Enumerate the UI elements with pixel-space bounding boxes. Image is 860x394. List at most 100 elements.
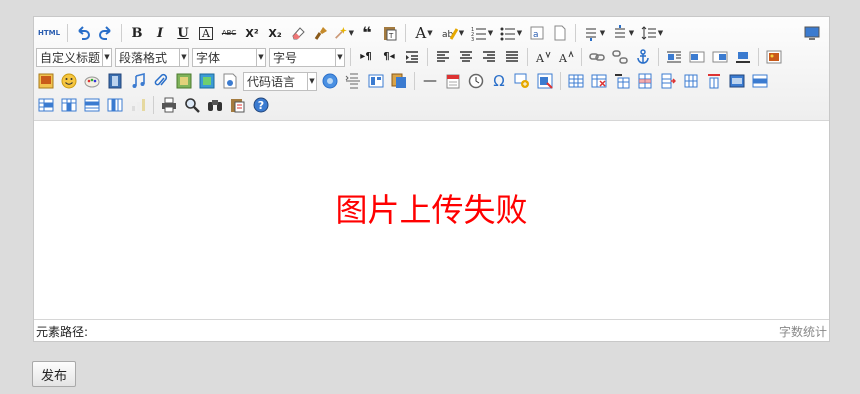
horizontal-rule-button[interactable]: — xyxy=(420,71,440,91)
preview-button[interactable] xyxy=(182,95,202,115)
anchor-button[interactable] xyxy=(633,47,653,67)
italic-button[interactable]: I xyxy=(150,23,170,43)
highlight-icon: ab xyxy=(442,28,458,40)
highlight-button[interactable]: ab ▼ xyxy=(440,23,466,43)
time-button[interactable] xyxy=(466,71,486,91)
help-button[interactable]: ? xyxy=(251,95,271,115)
dropdown-arrow-icon: ▼ xyxy=(427,28,433,37)
unlink-button[interactable] xyxy=(610,47,630,67)
direction-rtl-button[interactable]: ¶◂ xyxy=(379,47,399,67)
insert-frame-button[interactable] xyxy=(220,71,240,91)
search-replace-button[interactable] xyxy=(205,95,225,115)
custom-title-select[interactable]: 自定义标题 ▼ xyxy=(36,47,112,67)
delete-table-button[interactable] xyxy=(589,71,609,91)
delete-row-button[interactable] xyxy=(658,71,678,91)
music-button[interactable] xyxy=(128,71,148,91)
redo-button[interactable] xyxy=(96,23,116,43)
scrawl-button[interactable] xyxy=(82,71,102,91)
tolowercase-button[interactable]: A xyxy=(556,47,576,67)
indent-button[interactable] xyxy=(402,47,422,67)
image-right-button[interactable] xyxy=(710,47,730,67)
select-all-button[interactable]: a xyxy=(527,23,547,43)
gmap-button[interactable] xyxy=(197,71,217,91)
background-button[interactable] xyxy=(389,71,409,91)
eraser-button[interactable] xyxy=(288,23,308,43)
line-height-button[interactable]: ▼ xyxy=(639,23,665,43)
image-center-icon xyxy=(736,52,750,63)
font-size-select[interactable]: 字号 ▼ xyxy=(269,47,345,67)
date-button[interactable] xyxy=(443,71,463,91)
forecolor-button[interactable]: A ▼ xyxy=(411,23,437,43)
font-border-button[interactable]: A xyxy=(196,23,216,43)
insert-table-button[interactable] xyxy=(566,71,586,91)
emotion-button[interactable] xyxy=(59,71,79,91)
paragraph-format-select[interactable]: 段落格式 ▼ xyxy=(115,47,189,67)
justify-right-button[interactable] xyxy=(479,47,499,67)
superscript-button[interactable]: X² xyxy=(242,23,262,43)
chevron-down-icon: ▼ xyxy=(179,48,188,66)
scrawl-icon xyxy=(84,76,100,88)
insert-video-button[interactable] xyxy=(105,71,125,91)
forecolor-glyph: A xyxy=(415,23,427,42)
line-height-icon xyxy=(641,26,656,40)
ordered-list-button[interactable]: 123 ▼ xyxy=(469,23,495,43)
fullscreen-button[interactable] xyxy=(802,23,822,43)
underline-button[interactable]: U xyxy=(173,23,193,43)
webapp-button[interactable] xyxy=(320,71,340,91)
link-button[interactable] xyxy=(587,47,607,67)
split-cells-button[interactable] xyxy=(750,71,770,91)
image-right-icon xyxy=(712,51,728,63)
publish-button[interactable]: 发布 xyxy=(32,361,76,387)
undo-button[interactable] xyxy=(73,23,93,43)
image-none-button[interactable] xyxy=(664,47,684,67)
word-image-button[interactable] xyxy=(535,71,555,91)
paste-plain-icon: T xyxy=(384,27,397,41)
blockquote-button[interactable]: ❝ xyxy=(357,23,377,43)
attachment-button[interactable] xyxy=(151,71,171,91)
direction-ltr-button[interactable]: ▸¶ xyxy=(356,47,376,67)
map-button[interactable] xyxy=(174,71,194,91)
insert-image-button[interactable] xyxy=(764,47,784,67)
bold-button[interactable]: B xyxy=(127,23,147,43)
subscript-button[interactable]: X₂ xyxy=(265,23,285,43)
split-to-rows-icon xyxy=(84,98,100,112)
font-family-select[interactable]: 字体 ▼ xyxy=(192,47,266,67)
code-language-select[interactable]: 代码语言 ▼ xyxy=(243,71,317,91)
insert-frame-icon xyxy=(223,73,237,89)
row-spacing-top-button[interactable]: ▼ xyxy=(581,23,607,43)
justify-center-button[interactable] xyxy=(456,47,476,67)
split-to-cols-button[interactable] xyxy=(105,95,125,115)
row-spacing-bottom-button[interactable]: ▼ xyxy=(610,23,636,43)
paste-plain-button[interactable]: T xyxy=(380,23,400,43)
insert-caption-button[interactable] xyxy=(612,71,632,91)
merge-down-button[interactable] xyxy=(59,95,79,115)
insert-row-button[interactable] xyxy=(635,71,655,91)
delete-col-button[interactable] xyxy=(704,71,724,91)
auto-typeset-button[interactable]: ▼ xyxy=(334,23,354,43)
image-center-button[interactable] xyxy=(733,47,753,67)
image-left-button[interactable] xyxy=(687,47,707,67)
clear-doc-button[interactable] xyxy=(550,23,570,43)
map-icon xyxy=(176,73,192,89)
print-button[interactable] xyxy=(159,95,179,115)
insert-col-button[interactable] xyxy=(681,71,701,91)
strikethrough-button[interactable]: ABC xyxy=(219,23,239,43)
merge-right-button[interactable] xyxy=(36,95,56,115)
split-to-rows-button[interactable] xyxy=(82,95,102,115)
justify-full-button[interactable] xyxy=(502,47,522,67)
delete-row-icon xyxy=(661,73,676,89)
template-button[interactable] xyxy=(366,71,386,91)
insert-multi-image-button[interactable] xyxy=(36,71,56,91)
touppercase-button[interactable]: A xyxy=(533,47,553,67)
editor-content-area[interactable]: 图片上传失败 xyxy=(34,121,829,321)
chart-button[interactable] xyxy=(128,95,148,115)
merge-cells-button[interactable] xyxy=(727,71,747,91)
source-html-button[interactable]: HTML xyxy=(36,23,62,43)
unordered-list-button[interactable]: ▼ xyxy=(498,23,524,43)
drafts-button[interactable] xyxy=(228,95,248,115)
special-chars-button[interactable]: Ω xyxy=(489,71,509,91)
snapscreen-button[interactable] xyxy=(512,71,532,91)
page-break-button[interactable] xyxy=(343,71,363,91)
format-brush-button[interactable] xyxy=(311,23,331,43)
justify-left-button[interactable] xyxy=(433,47,453,67)
